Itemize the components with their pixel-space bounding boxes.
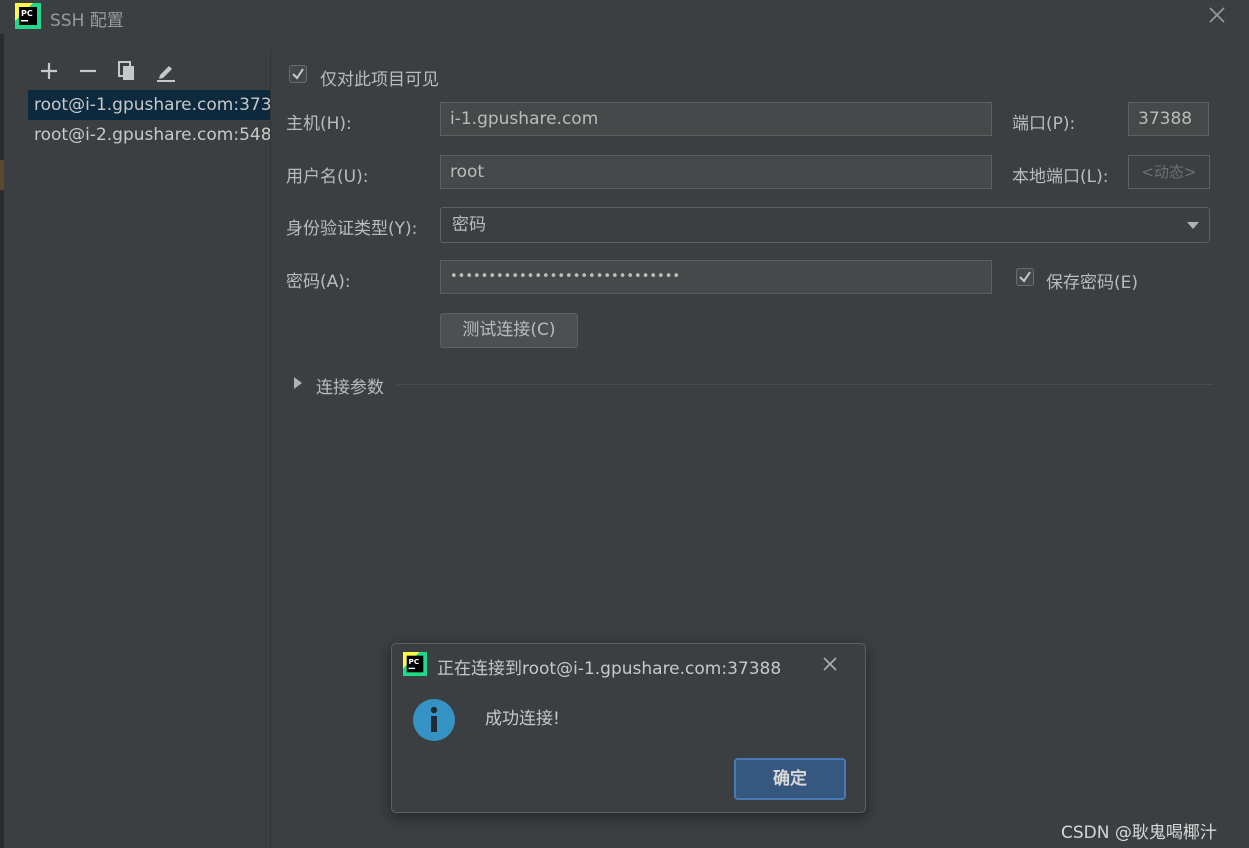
edit-icon[interactable]: [155, 60, 177, 82]
connection-params-label[interactable]: 连接参数: [316, 373, 384, 398]
auth-type-label: 身份验证类型(Y):: [286, 219, 418, 239]
section-divider: [397, 384, 1213, 385]
left-edge-marker: [0, 160, 4, 190]
host-list-item[interactable]: root@i-1.gpushare.com:37388: [28, 90, 270, 120]
dialog-close-icon[interactable]: [820, 654, 840, 674]
connection-dialog: PC 正在连接到root@i-1.gpushare.com:37388 成功连接…: [391, 643, 866, 813]
project-only-checkbox[interactable]: [289, 65, 307, 83]
check-icon: [1019, 271, 1031, 283]
save-password-label: 保存密码(E): [1046, 273, 1139, 293]
host-list-item[interactable]: root@i-2.gpushare.com:54869: [28, 120, 270, 150]
host-sidebar: root@i-1.gpushare.com:37388 root@i-2.gpu…: [28, 50, 271, 848]
svg-text:PC: PC: [409, 657, 420, 666]
copy-icon[interactable]: [116, 60, 138, 82]
svg-text:PC: PC: [21, 9, 33, 18]
host-label: 主机(H):: [286, 114, 352, 134]
chevron-down-icon: [1187, 222, 1199, 229]
info-icon: [413, 699, 455, 741]
title-bar: PC SSH 配置: [0, 0, 1249, 34]
pycharm-logo-icon: PC: [15, 3, 41, 29]
port-input[interactable]: 37388: [1128, 102, 1209, 136]
test-connection-button[interactable]: 测试连接(C): [440, 313, 578, 348]
password-label: 密码(A):: [286, 272, 351, 292]
local-port-input[interactable]: <动态>: [1128, 155, 1210, 189]
auth-type-select[interactable]: 密码: [440, 207, 1210, 243]
check-icon: [292, 68, 304, 80]
window-close-icon[interactable]: [1205, 3, 1229, 27]
window-title: SSH 配置: [50, 11, 124, 31]
auth-type-value: 密码: [452, 215, 486, 235]
add-icon[interactable]: [38, 60, 60, 82]
pycharm-logo-icon: PC: [403, 652, 427, 676]
password-input[interactable]: ••••••••••••••••••••••••••••••: [440, 260, 992, 294]
expand-triangle-icon[interactable]: [294, 377, 302, 389]
save-password-checkbox[interactable]: [1016, 268, 1034, 286]
ok-button[interactable]: 确定: [734, 758, 846, 800]
host-input[interactable]: i-1.gpushare.com: [440, 102, 992, 136]
watermark: CSDN @耿鬼喝椰汁: [1061, 823, 1217, 843]
dialog-title: 正在连接到root@i-1.gpushare.com:37388: [437, 659, 782, 679]
project-only-label: 仅对此项目可见: [320, 70, 439, 90]
dialog-message: 成功连接!: [485, 709, 560, 729]
left-edge-strip: [0, 34, 4, 848]
port-label: 端口(P):: [1012, 114, 1076, 134]
remove-icon[interactable]: [77, 60, 99, 82]
username-label: 用户名(U):: [286, 167, 369, 187]
local-port-label: 本地端口(L):: [1012, 167, 1109, 187]
username-input[interactable]: root: [440, 155, 992, 189]
